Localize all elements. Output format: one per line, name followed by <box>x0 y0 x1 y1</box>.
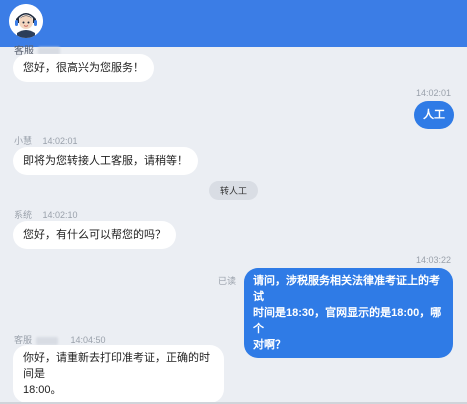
message-bubble-m6: 请问，涉税服务相关法律准考证上的考试 时间是18:30，官网显示的是18:00，… <box>244 268 453 358</box>
message-line-m6-2: 时间是18:30，官网显示的是18:00，哪个 <box>253 307 442 335</box>
message-text-m3: 即将为您转接人工客服，请稍等！ <box>23 155 188 167</box>
agent-avatar-icon <box>9 4 43 38</box>
message-meta-m5: 系统 14:02:10 <box>14 208 78 221</box>
read-status-m6: 已读 <box>218 276 237 286</box>
message-text-m1: 您好，很高兴为您服务！ <box>23 62 144 74</box>
agent-avatar <box>9 4 43 38</box>
message-bubble-m7: 你好，请重新去打印准考证，正确的时间是 18:00。 <box>13 345 224 403</box>
message-sender-m5: 系统 <box>14 210 33 220</box>
message-bubble-m2: 人工 <box>414 101 454 129</box>
chat-header <box>0 0 467 47</box>
message-time-m7: 14:04:50 <box>70 335 106 345</box>
message-bubble-m5: 您好，有什么可以帮您的吗？ <box>13 221 176 249</box>
message-time-m3: 14:02:01 <box>42 136 78 146</box>
message-time-m2: 14:02:01 <box>415 88 451 98</box>
transfer-notice-text: 转人工 <box>220 186 248 196</box>
message-bubble-m1: 您好，很高兴为您服务！ <box>13 54 154 82</box>
message-bubble-m3: 即将为您转接人工客服，请稍等！ <box>13 147 198 175</box>
message-line-m7-1: 你好，请重新去打印准考证，正确的时间是 <box>23 352 210 380</box>
redacted-sender-m7 <box>36 336 59 345</box>
message-sender-m3: 小慧 <box>14 136 33 146</box>
message-text-m5: 您好，有什么可以帮您的吗？ <box>23 229 166 241</box>
transfer-notice: 转人工 <box>209 181 259 200</box>
message-line-m6-1: 请问，涉税服务相关法律准考证上的考试 <box>253 275 440 303</box>
message-meta-m3: 小慧 14:02:01 <box>14 134 78 147</box>
message-sender-m7: 客服 <box>14 335 33 345</box>
message-line-m6-3: 对啊？ <box>253 339 286 351</box>
message-text-m2: 人工 <box>423 109 445 121</box>
message-time-m5: 14:02:10 <box>42 210 78 220</box>
message-time-m6: 14:03:22 <box>415 255 451 265</box>
message-line-m7-2: 18:00。 <box>23 384 62 396</box>
